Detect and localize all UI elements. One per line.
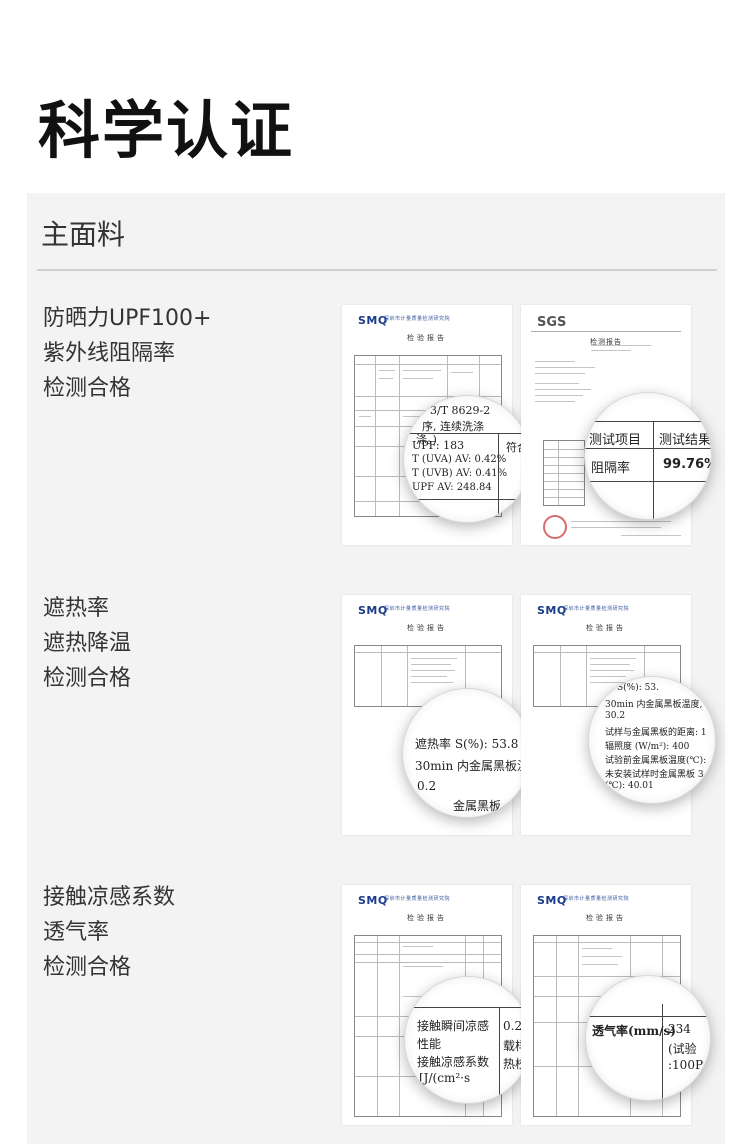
sgs-logo: SGS [537, 315, 567, 330]
smq-logo: SMQ 深圳市计量质量检测研究院 [358, 314, 451, 327]
report-heading: 检验报告 [407, 624, 447, 632]
row-line: 遮热降温 [43, 631, 132, 656]
section-divider [37, 269, 717, 271]
magnifier-sgs: 测试项目 测试结果 阻隔率 99.76% [584, 392, 712, 520]
page-title: 科学认证 [38, 94, 295, 167]
report-heading: 检验报告 [407, 914, 447, 922]
smq-logo: SMQ 深圳市计量质量检测研究院 [358, 894, 451, 907]
row-line: 遮热率 [43, 596, 110, 621]
row-line: 透气率 [43, 920, 110, 945]
row-line: 接触凉感系数 [43, 885, 176, 910]
row-line: 防晒力UPF100+ [43, 306, 212, 331]
seal-stamp [543, 515, 567, 539]
row-heat-text: 遮热率 遮热降温 检测合格 [43, 591, 131, 696]
magnifier-cool: 接触瞬间凉感 性能 接触凉感系数 [J/(cm²·s 0.24 载样 热校 [404, 976, 532, 1104]
magnifier-upf: 3/T 8629-2 序, 连续洗涤 涤。) UPF: 183 T (UVA) … [403, 395, 531, 523]
row-line: 检测合格 [43, 666, 132, 691]
smq-logo: SMQ 深圳市计量质量检测研究院 [358, 604, 451, 617]
smq-logo: SMQ 深圳市计量质量检测研究院 [537, 604, 630, 617]
magnifier-air: 透气率(mm/s) 234 (试验 :100P [585, 975, 711, 1101]
magnifier-heat-1: 遮热率 S(%): 53.8 30min 内金属黑板温 0.2 金属黑板 [402, 688, 532, 818]
row-cool-text: 接触凉感系数 透气率 检测合格 [43, 880, 175, 985]
report-heading: 检验报告 [407, 334, 447, 342]
section-title: 主面料 [41, 218, 126, 251]
row-upf-text: 防晒力UPF100+ 紫外线阻隔率 检测合格 [43, 301, 211, 406]
report-heading: 检验报告 [586, 624, 626, 632]
smq-logo: SMQ 深圳市计量质量检测研究院 [537, 894, 630, 907]
row-line: 检测合格 [43, 955, 132, 980]
row-line: 紫外线阻隔率 [43, 341, 176, 366]
row-line: 检测合格 [43, 376, 132, 401]
magnifier-heat-2: S(%): 53. 30min 内金属黑板温度, 30.2 试样与金属黑板的距离… [588, 676, 716, 804]
report-heading: 检验报告 [586, 914, 626, 922]
